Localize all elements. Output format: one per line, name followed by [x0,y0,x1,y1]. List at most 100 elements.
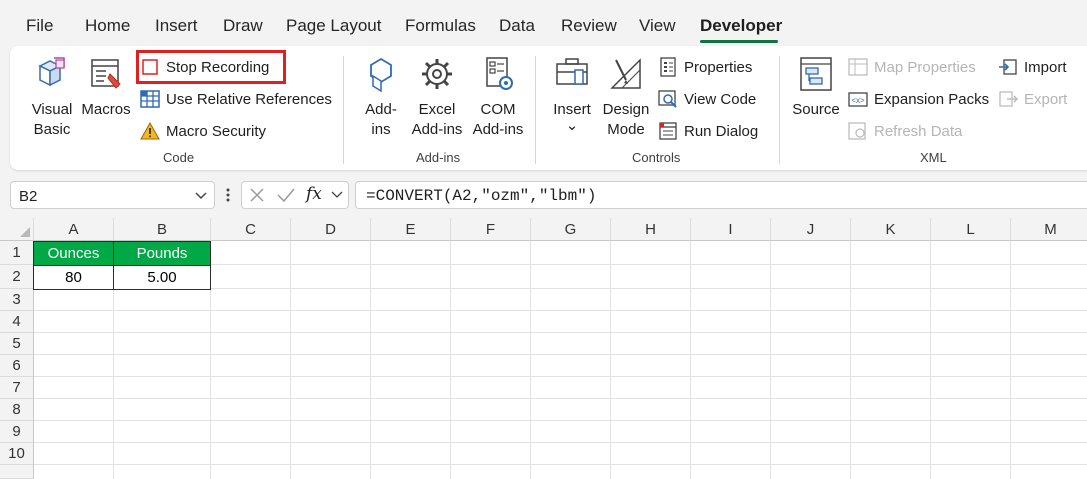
group-label-xml: XML [920,150,947,165]
tab-data[interactable]: Data [499,16,535,36]
column-header-a[interactable]: A [34,218,114,241]
column-header-h[interactable]: H [611,218,691,241]
macros-icon [91,59,121,89]
column-header-i[interactable]: I [691,218,771,241]
row-header-7[interactable]: 7 [0,377,34,399]
spreadsheet-grid[interactable]: A B C D E F G H I J K L M 1 2 3 4 5 6 7 … [0,218,1087,479]
cell-b1[interactable]: Pounds [113,241,211,266]
gridline [34,464,1087,465]
insert-control-button[interactable]: Insert ⌄ [550,54,594,133]
tab-home[interactable]: Home [85,16,130,36]
com-add-ins-icon [486,57,513,90]
tab-view[interactable]: View [639,16,676,36]
macros-button[interactable]: Macros [80,54,132,120]
active-tab-indicator [700,40,778,43]
properties-icon [657,57,679,77]
name-box[interactable]: B2 [10,181,215,209]
row-header-2[interactable]: 2 [0,265,34,289]
column-header-g[interactable]: G [531,218,611,241]
column-header-c[interactable]: C [211,218,291,241]
row-header-11[interactable] [0,465,34,479]
insert-function-button[interactable]: fx [306,184,322,204]
macros-label: Macros [81,101,131,118]
column-header-m[interactable]: M [1011,218,1087,241]
svg-text:<x>: <x> [851,96,865,105]
import-button[interactable]: Import [997,55,1067,79]
row-header-1[interactable]: 1 [0,241,34,265]
column-header-b[interactable]: B [114,218,211,241]
source-icon [800,57,832,91]
row-header-6[interactable]: 6 [0,355,34,377]
column-header-j[interactable]: J [771,218,851,241]
row-header-4[interactable]: 4 [0,311,34,333]
gridline [690,241,691,479]
view-code-button[interactable]: View Code [657,87,756,111]
column-header-d[interactable]: D [291,218,371,241]
tab-developer[interactable]: Developer [700,16,782,36]
use-relative-references-button[interactable]: Use Relative References [139,87,332,111]
excel-add-ins-button[interactable]: Excel Add-ins [407,54,467,140]
view-code-label: View Code [684,90,757,108]
com-add-ins-button[interactable]: COM Add-ins [468,54,528,140]
chevron-down-icon[interactable] [194,187,208,208]
gridline [34,310,1087,311]
macro-security-button[interactable]: Macro Security [139,119,266,143]
group-separator [343,56,344,164]
design-mode-button[interactable]: Design Mode [600,54,652,140]
source-button[interactable]: Source [791,54,841,120]
cell-a1[interactable]: Ounces [33,241,114,266]
import-label: Import [1024,58,1067,76]
row-header-3[interactable]: 3 [0,289,34,311]
ribbon: Visual Basic Macros Stop Recording Use R… [10,46,1087,170]
tab-formulas[interactable]: Formulas [405,16,476,36]
group-separator [779,56,780,164]
expansion-packs-label: Expansion Packs [874,90,990,108]
warning-icon [139,121,161,141]
column-header-l[interactable]: L [931,218,1011,241]
run-dialog-icon [657,121,679,141]
map-properties-button[interactable]: Map Properties [847,55,976,79]
visual-basic-label: Visual [31,101,73,118]
add-ins-button[interactable]: Add- ins [359,54,403,140]
group-label-add-ins: Add-ins [416,150,461,165]
cell-a2[interactable]: 80 [33,265,114,290]
source-label: Source [792,101,840,118]
row-header-9[interactable]: 9 [0,421,34,443]
gridline [34,354,1087,355]
gear-icon [422,59,452,89]
cell-b2[interactable]: 5.00 [113,265,211,290]
group-label-code: Code [163,150,195,165]
run-dialog-button[interactable]: Run Dialog [657,119,758,143]
tab-file[interactable]: File [26,16,53,36]
tab-review[interactable]: Review [561,16,617,36]
cancel-icon[interactable] [248,186,266,209]
enter-check-icon[interactable] [276,186,296,209]
run-dialog-label: Run Dialog [684,122,759,140]
row-header-5[interactable]: 5 [0,333,34,355]
gridline [450,241,451,479]
tab-draw[interactable]: Draw [223,16,263,36]
chevron-down-icon[interactable] [330,188,344,207]
refresh-data-button[interactable]: Refresh Data [847,119,962,143]
properties-button[interactable]: Properties [657,55,752,79]
column-header-f[interactable]: F [451,218,531,241]
more-options-icon[interactable] [225,187,231,208]
import-icon [997,57,1019,77]
row-header-8[interactable]: 8 [0,399,34,421]
export-button[interactable]: Export [997,87,1067,111]
formula-input[interactable]: =CONVERT(A2,"ozm","lbm") [355,181,1087,209]
tab-insert[interactable]: Insert [155,16,198,36]
tab-page-layout[interactable]: Page Layout [286,16,381,36]
column-header-e[interactable]: E [371,218,451,241]
refresh-icon [847,121,869,141]
toolbox-icon [556,58,588,85]
gridline [370,241,371,479]
expansion-packs-icon: <x> [847,89,869,109]
refresh-data-label: Refresh Data [874,122,963,140]
column-header-k[interactable]: K [851,218,931,241]
properties-label: Properties [684,58,753,76]
visual-basic-button[interactable]: Visual Basic [26,54,78,140]
expansion-packs-button[interactable]: <x> Expansion Packs [847,87,989,111]
row-header-10[interactable]: 10 [0,443,34,465]
select-all-corner[interactable] [0,218,34,241]
